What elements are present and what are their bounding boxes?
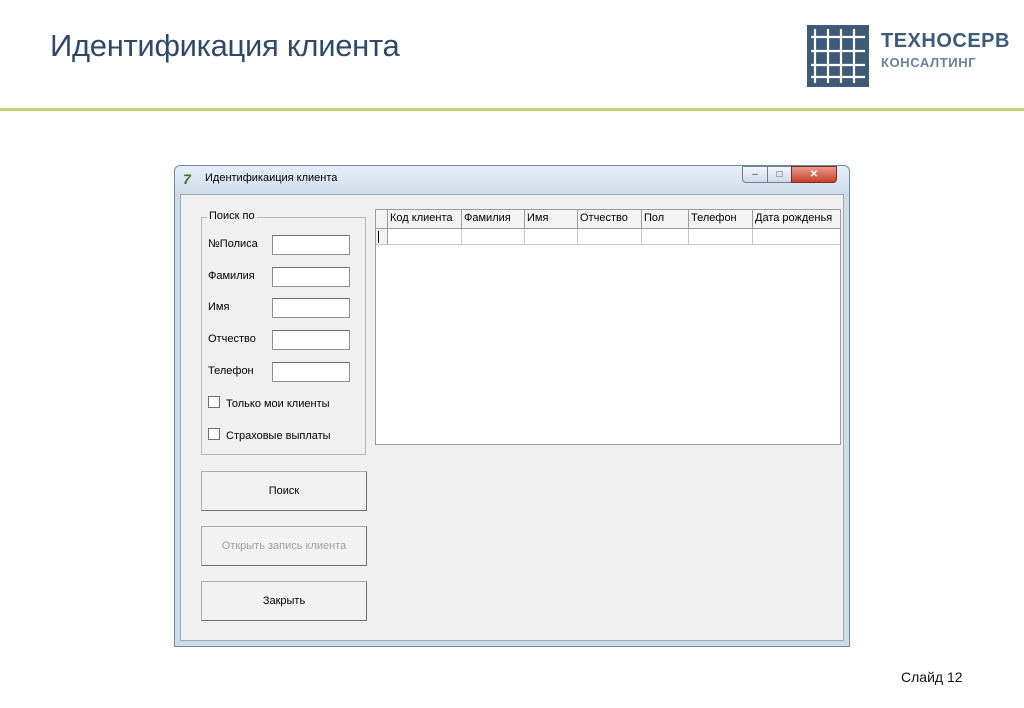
only-my-clients-checkbox[interactable]: Только мои клиенты — [208, 396, 330, 410]
grid-corner-cell — [376, 210, 388, 229]
row-indicator[interactable] — [376, 229, 388, 245]
checkbox-box[interactable] — [208, 396, 220, 408]
slide-title: Идентификация клиента — [50, 28, 400, 63]
grid-cell[interactable] — [462, 229, 525, 245]
insurance-payments-label: Страховые выплаты — [226, 430, 331, 442]
policy-number-input[interactable] — [272, 235, 350, 255]
maximize-button[interactable]: □ — [767, 166, 792, 183]
column-gender[interactable]: Пол — [642, 210, 689, 229]
slide-number: Слайд 12 — [901, 669, 963, 685]
last-name-input[interactable] — [272, 267, 350, 287]
logo-text-primary: ТЕХНОСЕРВ — [881, 30, 1010, 52]
insurance-payments-checkbox[interactable]: Страховые выплаты — [208, 428, 331, 442]
window-titlebar[interactable]: 7 Идентификаиция клиента – □ ✕ — [175, 166, 849, 192]
window-client-area: Поиск по №Полиса Фамилия Имя Отчество Те… — [180, 194, 844, 641]
logo-text-secondary: КОНСАЛТИНГ — [881, 55, 977, 70]
header-divider — [0, 108, 1024, 111]
grid-cell[interactable] — [642, 229, 689, 245]
clients-grid[interactable]: Код клиента Фамилия Имя Отчество Пол Тел… — [375, 209, 841, 445]
application-icon: 7 — [183, 171, 191, 187]
column-last-name[interactable]: Фамилия — [462, 210, 525, 229]
column-first-name[interactable]: Имя — [525, 210, 578, 229]
open-client-record-button[interactable]: Открыть запись клиента — [201, 526, 367, 566]
grid-cell[interactable] — [753, 229, 840, 245]
minimize-button[interactable]: – — [742, 166, 768, 183]
search-button[interactable]: Поиск — [201, 471, 367, 511]
patronymic-label: Отчество — [208, 333, 256, 345]
column-client-code[interactable]: Код клиента — [388, 210, 462, 229]
phone-input[interactable] — [272, 362, 350, 382]
grid-cell[interactable] — [388, 229, 462, 245]
grid-header: Код клиента Фамилия Имя Отчество Пол Тел… — [376, 210, 840, 229]
last-name-label: Фамилия — [208, 270, 255, 282]
client-identification-window: 7 Идентификаиция клиента – □ ✕ Поиск по … — [174, 165, 850, 647]
column-phone[interactable]: Телефон — [689, 210, 753, 229]
patronymic-input[interactable] — [272, 330, 350, 350]
grid-cell[interactable] — [689, 229, 753, 245]
search-groupbox: Поиск по №Полиса Фамилия Имя Отчество Те… — [201, 210, 366, 455]
logo-grid-icon — [807, 25, 869, 87]
only-my-clients-label: Только мои клиенты — [226, 398, 330, 410]
search-group-label: Поиск по — [207, 210, 257, 222]
checkbox-box[interactable] — [208, 428, 220, 440]
column-birth-date[interactable]: Дата рожденья — [753, 210, 840, 229]
phone-label: Телефон — [208, 365, 254, 377]
company-logo: ТЕХНОСЕРВ КОНСАЛТИНГ — [807, 25, 1010, 87]
close-window-button[interactable]: ✕ — [791, 166, 837, 183]
first-name-input[interactable] — [272, 298, 350, 318]
column-patronymic[interactable]: Отчество — [578, 210, 642, 229]
first-name-label: Имя — [208, 301, 230, 313]
policy-number-label: №Полиса — [208, 238, 258, 250]
window-title: Идентификаиция клиента — [205, 172, 338, 184]
grid-cell[interactable] — [578, 229, 642, 245]
close-button[interactable]: Закрыть — [201, 581, 367, 621]
grid-cell[interactable] — [525, 229, 578, 245]
